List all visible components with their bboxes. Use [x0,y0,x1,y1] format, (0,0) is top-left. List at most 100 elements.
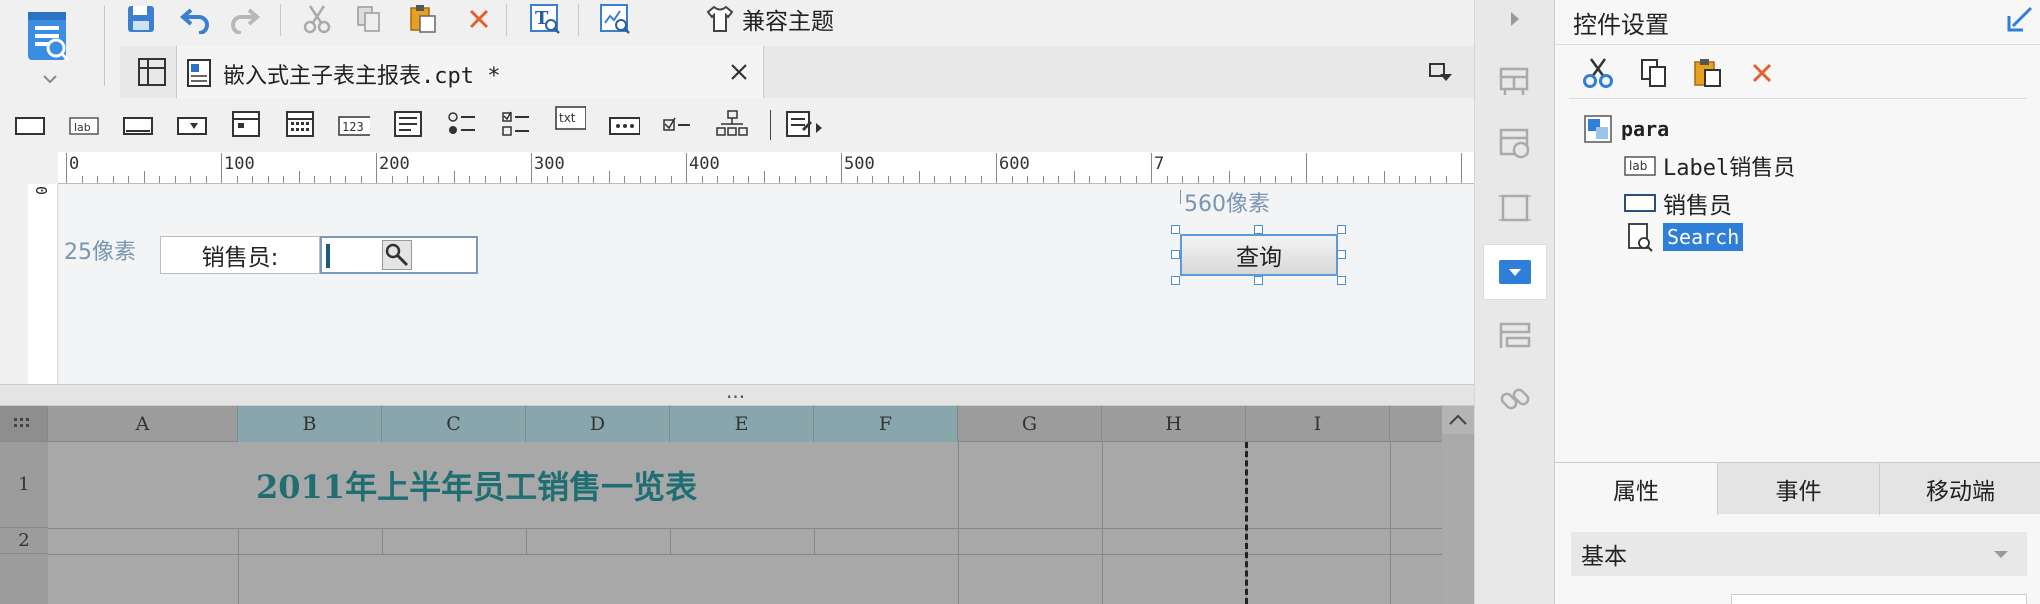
main-toolbar: T 兼容主题 [0,0,1474,42]
column-header[interactable]: E [670,406,814,442]
form-style-icon[interactable] [1475,316,1555,356]
row-header[interactable]: 1 [0,442,48,528]
side-tool-strip [1474,0,1554,604]
tree-node-textbox-widget[interactable]: 销售员 [1623,186,1732,220]
ruler-tick [221,153,222,183]
frame-icon[interactable] [1475,188,1555,228]
cut-button[interactable] [298,0,336,38]
tree-node-root[interactable]: para [1583,114,1669,144]
textbox-widget-icon[interactable] [14,111,46,141]
panel-copy-button[interactable] [1635,54,1673,92]
salesperson-label-widget[interactable]: 销售员: [160,236,320,274]
parameter-canvas[interactable]: 25像素 560像素 销售员: 查询 [60,184,1474,384]
row-header[interactable] [0,554,48,604]
column-header[interactable]: A [48,406,238,442]
select-all-corner[interactable] [0,406,48,442]
resize-handle[interactable] [1171,225,1180,234]
tab-events[interactable]: 事件 [1717,463,1879,515]
widget-settings-panel: 控件设置 para lab Label销售员 销售员 Search 属性 事件 … [1554,0,2040,604]
panel-cut-button[interactable] [1579,54,1617,92]
collapse-arrow-icon[interactable] [1475,0,1555,38]
column-header[interactable]: F [814,406,958,442]
tab-mobile[interactable]: 移动端 [1879,463,2040,515]
report-tab-icon [187,59,211,87]
text-search-button[interactable]: T [526,0,564,38]
column-header[interactable]: G [958,406,1102,442]
theme-compat-button[interactable]: 兼容主题 [704,2,834,36]
column-header[interactable]: H [1102,406,1246,442]
checkbox-widget-icon[interactable] [662,111,694,141]
collapse-panel-button[interactable] [2005,4,2035,34]
calendar-widget-icon[interactable] [284,109,316,139]
textarea-widget-icon[interactable] [392,109,424,139]
redo-button[interactable] [226,0,264,38]
basic-section-header[interactable]: 基本 [1571,532,2027,576]
ruler-tick [376,153,377,183]
ruler-tick [1011,176,1013,183]
ruler-tick [1414,176,1416,183]
password-widget-icon[interactable] [608,111,640,141]
salesperson-input-widget[interactable] [320,236,478,274]
chart-preview-button[interactable] [596,0,634,38]
table-settings-icon[interactable] [1475,124,1555,164]
resize-handle[interactable] [1254,276,1263,285]
tab-embedded-report[interactable]: 嵌入式主子表主报表.cpt * [176,46,764,98]
ruler-tick [872,176,873,183]
ruler-tick [283,176,284,183]
tab-close-button[interactable] [725,58,753,86]
more-widgets-icon[interactable] [784,109,828,139]
link-icon[interactable] [1475,380,1555,420]
ruler-tick [66,153,67,183]
dropdown-widget-icon [1499,260,1531,284]
tab-properties[interactable]: 属性 [1555,463,1717,515]
resize-handle[interactable] [1254,225,1263,234]
column-header[interactable]: B [238,406,382,442]
column-header[interactable]: D [526,406,670,442]
tree-node-label: 销售员 [1663,193,1732,219]
combobox-widget-icon[interactable] [176,111,208,141]
scroll-up-button[interactable] [1442,406,1474,434]
ruler-tick [1166,176,1168,183]
panel-paste-button[interactable] [1689,54,1727,92]
resize-handle[interactable] [1337,250,1346,259]
resize-handle[interactable] [1171,276,1180,285]
paste-button[interactable] [404,0,442,38]
resize-handle[interactable] [1337,276,1346,285]
save-button[interactable] [122,0,160,38]
widget-settings-tab[interactable] [1483,244,1547,300]
ruler-label: 7 [1154,154,1165,174]
column-header[interactable]: I [1246,406,1390,442]
number-widget-icon[interactable]: 123 [338,111,370,141]
label-widget-icon[interactable]: lab [68,111,100,141]
ruler-tick [159,176,160,183]
checkbox-group-widget-icon[interactable] [500,109,532,139]
resize-handle[interactable] [1171,250,1180,259]
query-button[interactable]: 查询 [1180,234,1338,276]
tree-widget-icon[interactable] [716,109,748,139]
query-button-label: 查询 [1236,245,1282,271]
property-row-partial [1571,590,2027,604]
datetime-widget-icon[interactable] [230,109,262,139]
copy-button[interactable] [350,0,388,38]
layout-icon[interactable] [1475,60,1555,100]
ruler-label: 200 [379,154,410,174]
delete-button[interactable] [460,0,498,38]
undo-button[interactable] [176,0,214,38]
tab-list-dropdown[interactable] [1426,58,1456,86]
button-widget-icon[interactable] [122,111,154,141]
tree-node-label-widget[interactable]: lab Label销售员 [1623,150,1795,182]
vertical-scrollbar[interactable] [1442,434,1474,604]
search-tool-icon [382,240,412,270]
column-header[interactable]: C [382,406,526,442]
grid-view-icon[interactable] [136,56,168,88]
pane-splitter[interactable]: ... [0,379,1474,406]
resize-handle[interactable] [1337,225,1346,234]
row-header[interactable]: 2 [0,528,48,554]
radio-group-widget-icon[interactable] [446,109,478,139]
report-title-cell[interactable]: 2011年上半年员工销售一览表 [256,462,697,508]
text-widget-icon[interactable]: txt [554,105,586,135]
tree-node-search-widget[interactable]: Search [1623,222,1744,252]
panel-delete-button[interactable] [1743,54,1781,92]
ruler-label: 0 [69,154,80,174]
report-spreadsheet[interactable]: A B C D E F G H I 1 2 2011年上半年员工销售一览表 [0,406,1474,604]
